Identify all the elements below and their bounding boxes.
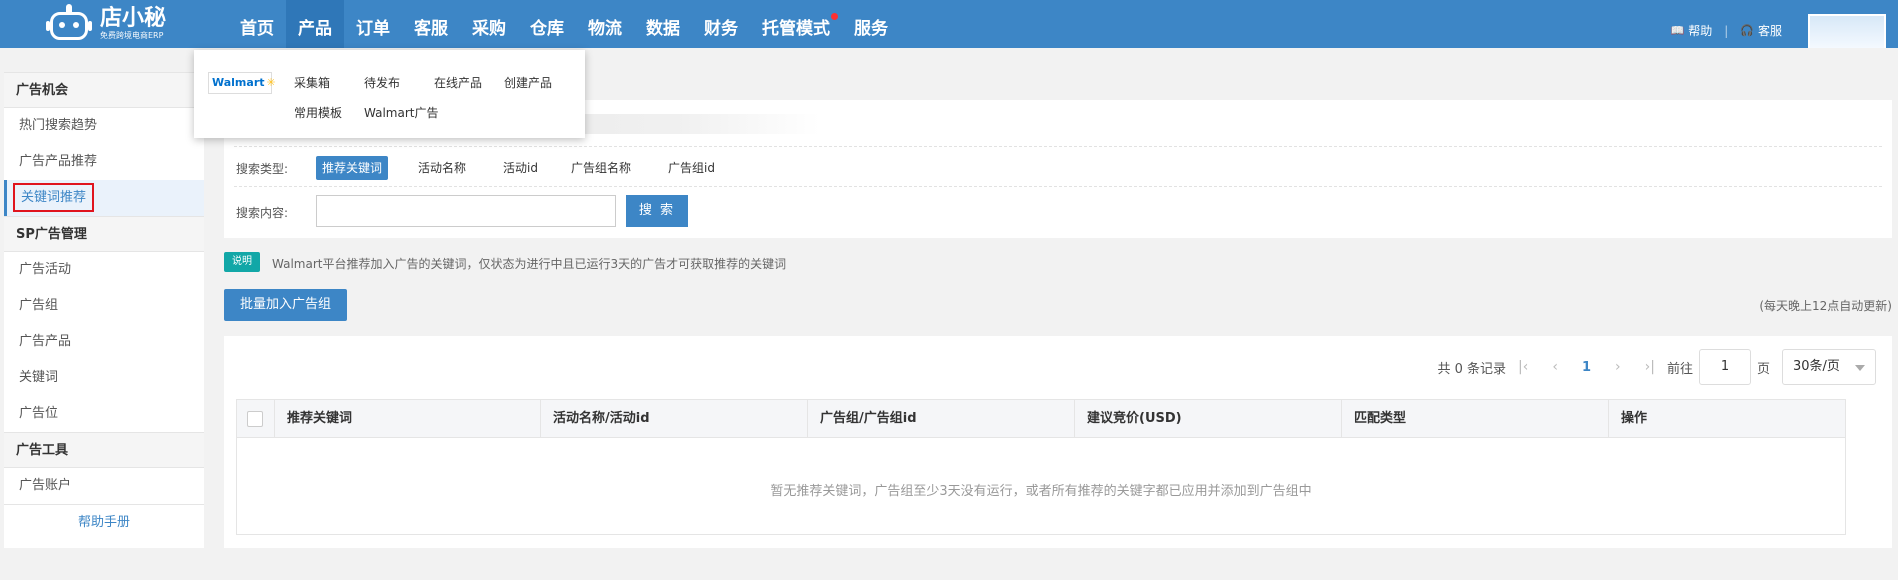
- chevron-down-icon: [1855, 365, 1865, 371]
- notification-dot: [831, 13, 838, 20]
- nav-item-services[interactable]: 服务: [842, 0, 900, 48]
- sidebar-item-ad-accounts[interactable]: 广告账户: [4, 468, 204, 504]
- page-size-value: 30条/页: [1793, 359, 1840, 374]
- auto-update-note: (每天晚上12点自动更新): [1759, 299, 1892, 313]
- dropdown-item-pending-publish[interactable]: 待发布: [364, 74, 400, 91]
- column-suggested-bid[interactable]: 建议竞价(USD): [1075, 400, 1342, 438]
- sidebar-item-keyword-recommend[interactable]: 关键词推荐: [4, 180, 204, 216]
- sidebar-item-hot-search-trends[interactable]: 热门搜索趋势: [4, 108, 204, 144]
- header-links: 📖 帮助 | 🎧 客服: [1671, 22, 1782, 39]
- products-dropdown-menu: Walmart ✳ 采集箱 待发布 在线产品 创建产品 常用模板 Walmart广…: [194, 50, 585, 138]
- column-campaign[interactable]: 活动名称/活动id: [541, 400, 808, 438]
- nav-item-purchasing[interactable]: 采购: [460, 0, 518, 48]
- search-type-ad-group-id[interactable]: 广告组id: [662, 156, 721, 180]
- pagination: 共 0 条记录 |‹ ‹ 1 › ›| 前往 1 页 30条/页: [1437, 349, 1876, 385]
- header-checkbox-cell: [237, 400, 275, 438]
- sidebar-item-campaigns[interactable]: 广告活动: [4, 252, 204, 288]
- dropdown-item-online-products[interactable]: 在线产品: [434, 74, 482, 91]
- sidebar-item-keyword-recommend-label: 关键词推荐: [13, 183, 95, 212]
- sidebar-item-ad-product-recommend[interactable]: 广告产品推荐: [4, 144, 204, 180]
- page-number[interactable]: 1: [1582, 360, 1591, 375]
- dropdown-item-walmart-ads[interactable]: Walmart广告: [364, 104, 438, 121]
- prev-page-icon[interactable]: ‹: [1552, 359, 1558, 375]
- search-type-campaign-name[interactable]: 活动名称: [412, 156, 472, 180]
- search-type-label: 搜索类型:: [236, 162, 289, 176]
- sidebar: 广告机会 热门搜索趋势 广告产品推荐 关键词推荐 SP广告管理 广告活动 广告组…: [4, 72, 204, 548]
- nav-item-logistics[interactable]: 物流: [576, 0, 634, 48]
- nav-item-products[interactable]: 产品: [286, 0, 344, 48]
- empty-state-message: 暂无推荐关键词，广告组至少3天没有运行，或者所有推荐的关键字都已应用并添加到广告…: [770, 484, 1312, 499]
- column-recommended-keyword[interactable]: 推荐关键词: [275, 400, 541, 438]
- user-avatar[interactable]: [1808, 14, 1886, 48]
- first-page-icon[interactable]: |‹: [1518, 359, 1528, 375]
- sidebar-section-ad-opportunity: 广告机会: [4, 72, 204, 108]
- sidebar-item-ad-groups[interactable]: 广告组: [4, 288, 204, 324]
- last-page-icon[interactable]: ›|: [1645, 359, 1655, 375]
- divider: [234, 146, 1882, 147]
- sidebar-section-sp-ad-management: SP广告管理: [4, 216, 204, 252]
- nav-item-customer-service[interactable]: 客服: [402, 0, 460, 48]
- goto-page-input[interactable]: 1: [1698, 349, 1751, 385]
- dropdown-item-templates[interactable]: 常用模板: [294, 104, 342, 121]
- divider: [234, 186, 1882, 187]
- search-type-ad-group-name[interactable]: 广告组名称: [565, 156, 637, 180]
- main-nav: 首页 产品 订单 客服 采购 仓库 物流 数据 财务 托管模式 服务: [228, 0, 900, 48]
- robot-logo-icon: [46, 4, 92, 44]
- next-page-icon[interactable]: ›: [1615, 359, 1621, 375]
- top-navbar: 店小秘 免费跨境电商ERP 首页 产品 订单 客服 采购 仓库 物流 数据 财务…: [0, 0, 1898, 48]
- dropdown-item-create-product[interactable]: 创建产品: [504, 74, 552, 91]
- nav-item-hosting-mode[interactable]: 托管模式: [750, 0, 842, 48]
- batch-add-to-ad-group-button[interactable]: 批量加入广告组: [224, 289, 347, 321]
- search-type-campaign-id[interactable]: 活动id: [497, 156, 544, 180]
- dropdown-item-collection-box[interactable]: 采集箱: [294, 74, 330, 91]
- sidebar-item-ad-products[interactable]: 广告产品: [4, 324, 204, 360]
- search-content-label: 搜索内容:: [236, 206, 289, 220]
- search-input[interactable]: [316, 195, 616, 227]
- column-ad-group[interactable]: 广告组/广告组id: [808, 400, 1075, 438]
- headset-icon: 🎧: [1740, 24, 1754, 37]
- brand-name: 店小秘: [100, 6, 167, 31]
- table-header: 推荐关键词 活动名称/活动id 广告组/广告组id 建议竞价(USD) 匹配类型…: [237, 400, 1845, 438]
- search-button[interactable]: 搜 索: [626, 195, 688, 227]
- help-link[interactable]: 帮助: [1688, 22, 1712, 39]
- help-manual-link[interactable]: 帮助手册: [4, 504, 204, 540]
- column-match-type[interactable]: 匹配类型: [1342, 400, 1609, 438]
- sidebar-item-keywords[interactable]: 关键词: [4, 360, 204, 396]
- search-type-recommended-keyword[interactable]: 推荐关键词: [316, 156, 389, 180]
- keyword-table: 推荐关键词 活动名称/活动id 广告组/广告组id 建议竞价(USD) 匹配类型…: [236, 399, 1846, 535]
- nav-item-orders[interactable]: 订单: [344, 0, 402, 48]
- customer-service-link[interactable]: 客服: [1758, 22, 1782, 39]
- sidebar-item-placements[interactable]: 广告位: [4, 396, 204, 432]
- nav-item-home[interactable]: 首页: [228, 0, 286, 48]
- info-badge: 说明: [224, 252, 260, 272]
- book-icon: 📖: [1670, 24, 1685, 37]
- header-divider: |: [1724, 23, 1729, 38]
- walmart-logo-text: Walmart: [212, 76, 265, 89]
- brand-logo[interactable]: 店小秘 免费跨境电商ERP: [46, 4, 166, 44]
- walmart-logo: Walmart ✳: [208, 72, 276, 94]
- sidebar-section-ad-tools: 广告工具: [4, 432, 204, 468]
- total-records: 共 0 条记录: [1437, 361, 1507, 377]
- nav-item-warehouse[interactable]: 仓库: [518, 0, 576, 48]
- column-actions: 操作: [1621, 411, 1648, 426]
- walmart-spark-icon: ✳: [266, 76, 276, 89]
- brand-tagline: 免费跨境电商ERP: [100, 31, 164, 40]
- info-text: Walmart平台推荐加入广告的关键词，仅状态为进行中且已运行3天的广告才可获取…: [272, 257, 787, 271]
- nav-item-data[interactable]: 数据: [634, 0, 692, 48]
- select-all-checkbox[interactable]: [247, 411, 263, 427]
- page-size-select[interactable]: 30条/页: [1782, 349, 1876, 385]
- page-unit-label: 页: [1756, 361, 1770, 377]
- nav-item-finance[interactable]: 财务: [692, 0, 750, 48]
- nav-item-hosting-mode-label: 托管模式: [762, 19, 830, 39]
- goto-label: 前往: [1666, 361, 1693, 377]
